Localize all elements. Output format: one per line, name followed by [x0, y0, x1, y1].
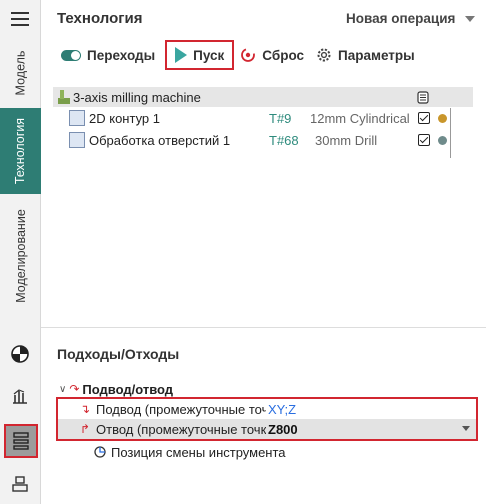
approach-group-label: Подвод/отвод	[82, 381, 174, 397]
retract-icon: ↱	[80, 422, 91, 436]
approach-in-value[interactable]: XY;Z	[268, 399, 296, 419]
tab-technology[interactable]: Технология	[0, 108, 41, 194]
operation-row[interactable]: 2D контур 1 T#9 12mm Cylindrical	[53, 107, 473, 129]
operation-checkbox[interactable]	[418, 134, 430, 146]
toggle-icon[interactable]	[61, 49, 81, 61]
operation-tool-desc: 30mm Drill	[315, 132, 378, 148]
section-divider	[41, 327, 486, 328]
reset-icon	[241, 48, 256, 62]
tab-modeling-label: Моделирование	[13, 208, 28, 303]
approach-section-title: Подходы/Отходы	[57, 346, 180, 362]
sphere-icon[interactable]	[8, 342, 32, 366]
left-sidebar: Модель Технология Моделирование	[0, 0, 41, 504]
tool-change-label: Позиция смены инструмента	[111, 444, 286, 460]
tool-change-icon	[94, 446, 106, 458]
operations-tree: 3-axis milling machine 2D контур 1 T#9 1…	[53, 87, 473, 151]
toolbar: Переходы Пуск Сброс Параметры	[55, 40, 421, 70]
drill-icon	[69, 132, 85, 148]
retract-value[interactable]: Z800	[268, 419, 298, 439]
run-button[interactable]: Пуск	[165, 40, 235, 70]
operation-name: 2D контур 1	[89, 110, 160, 126]
operation-tool: T#9	[269, 110, 292, 126]
chart-icon[interactable]	[8, 384, 32, 408]
tab-model-label: Модель	[13, 50, 28, 96]
approach-group-icon: ↷	[69, 382, 80, 396]
play-icon	[175, 47, 188, 63]
approach-params-box: ↴ Подвод (промежуточные точки) XY;Z ↱ От…	[56, 397, 478, 441]
machine-name: 3-axis milling machine	[73, 89, 201, 105]
tab-technology-label: Технология	[13, 117, 28, 185]
layers-icon[interactable]	[4, 424, 38, 458]
operation-checkbox[interactable]	[418, 112, 430, 124]
column-divider	[450, 108, 451, 158]
parameters-label: Параметры	[338, 47, 415, 63]
reset-label: Сброс	[262, 47, 305, 63]
approach-in-label: Подвод (промежуточные точки)	[96, 401, 266, 417]
chevron-down-icon	[465, 15, 476, 22]
approach-in-icon: ↴	[80, 402, 91, 416]
operation-tool-desc: 12mm Cylindrical	[310, 110, 410, 126]
menu-icon[interactable]	[11, 12, 29, 26]
operation-tool: T#68	[269, 132, 299, 148]
page-title: Технология	[57, 10, 143, 27]
machine-icon	[57, 87, 71, 107]
new-operation-dropdown[interactable]: Новая операция	[346, 11, 476, 26]
retract-label: Отвод (промежуточные точки)	[96, 421, 266, 437]
approach-param-row[interactable]: ↴ Подвод (промежуточные точки) XY;Z	[58, 399, 476, 419]
stack-icon[interactable]	[8, 472, 32, 496]
tab-model[interactable]: Модель	[0, 38, 41, 108]
new-operation-label: Новая операция	[346, 11, 456, 26]
tab-modeling[interactable]: Моделирование	[0, 198, 41, 313]
transitions-toggle[interactable]: Переходы	[55, 44, 161, 67]
status-dot	[438, 113, 447, 123]
gear-icon	[317, 48, 331, 62]
main-panel: Технология Новая операция Переходы Пуск …	[41, 0, 486, 504]
status-dot	[438, 135, 447, 145]
notes-icon[interactable]	[417, 87, 429, 107]
parameters-button[interactable]: Параметры	[310, 43, 421, 67]
approach-tree: ∨ ↷ Подвод/отвод	[59, 379, 479, 399]
operation-name: Обработка отверстий 1	[89, 132, 231, 148]
contour-icon	[69, 110, 85, 126]
run-label: Пуск	[193, 47, 225, 63]
approach-group-row[interactable]: ∨ ↷ Подвод/отвод	[59, 379, 479, 399]
retract-param-row[interactable]: ↱ Отвод (промежуточные точки) Z800	[58, 419, 476, 439]
transitions-label: Переходы	[87, 47, 156, 63]
tool-change-row[interactable]: Позиция смены инструмента	[93, 442, 333, 462]
reset-button[interactable]: Сброс	[234, 43, 310, 67]
chevron-down-icon[interactable]: ∨	[59, 384, 66, 395]
machine-row[interactable]: 3-axis milling machine	[53, 87, 473, 107]
operation-row[interactable]: Обработка отверстий 1 T#68 30mm Drill	[53, 129, 473, 151]
chevron-down-icon[interactable]	[462, 426, 470, 431]
